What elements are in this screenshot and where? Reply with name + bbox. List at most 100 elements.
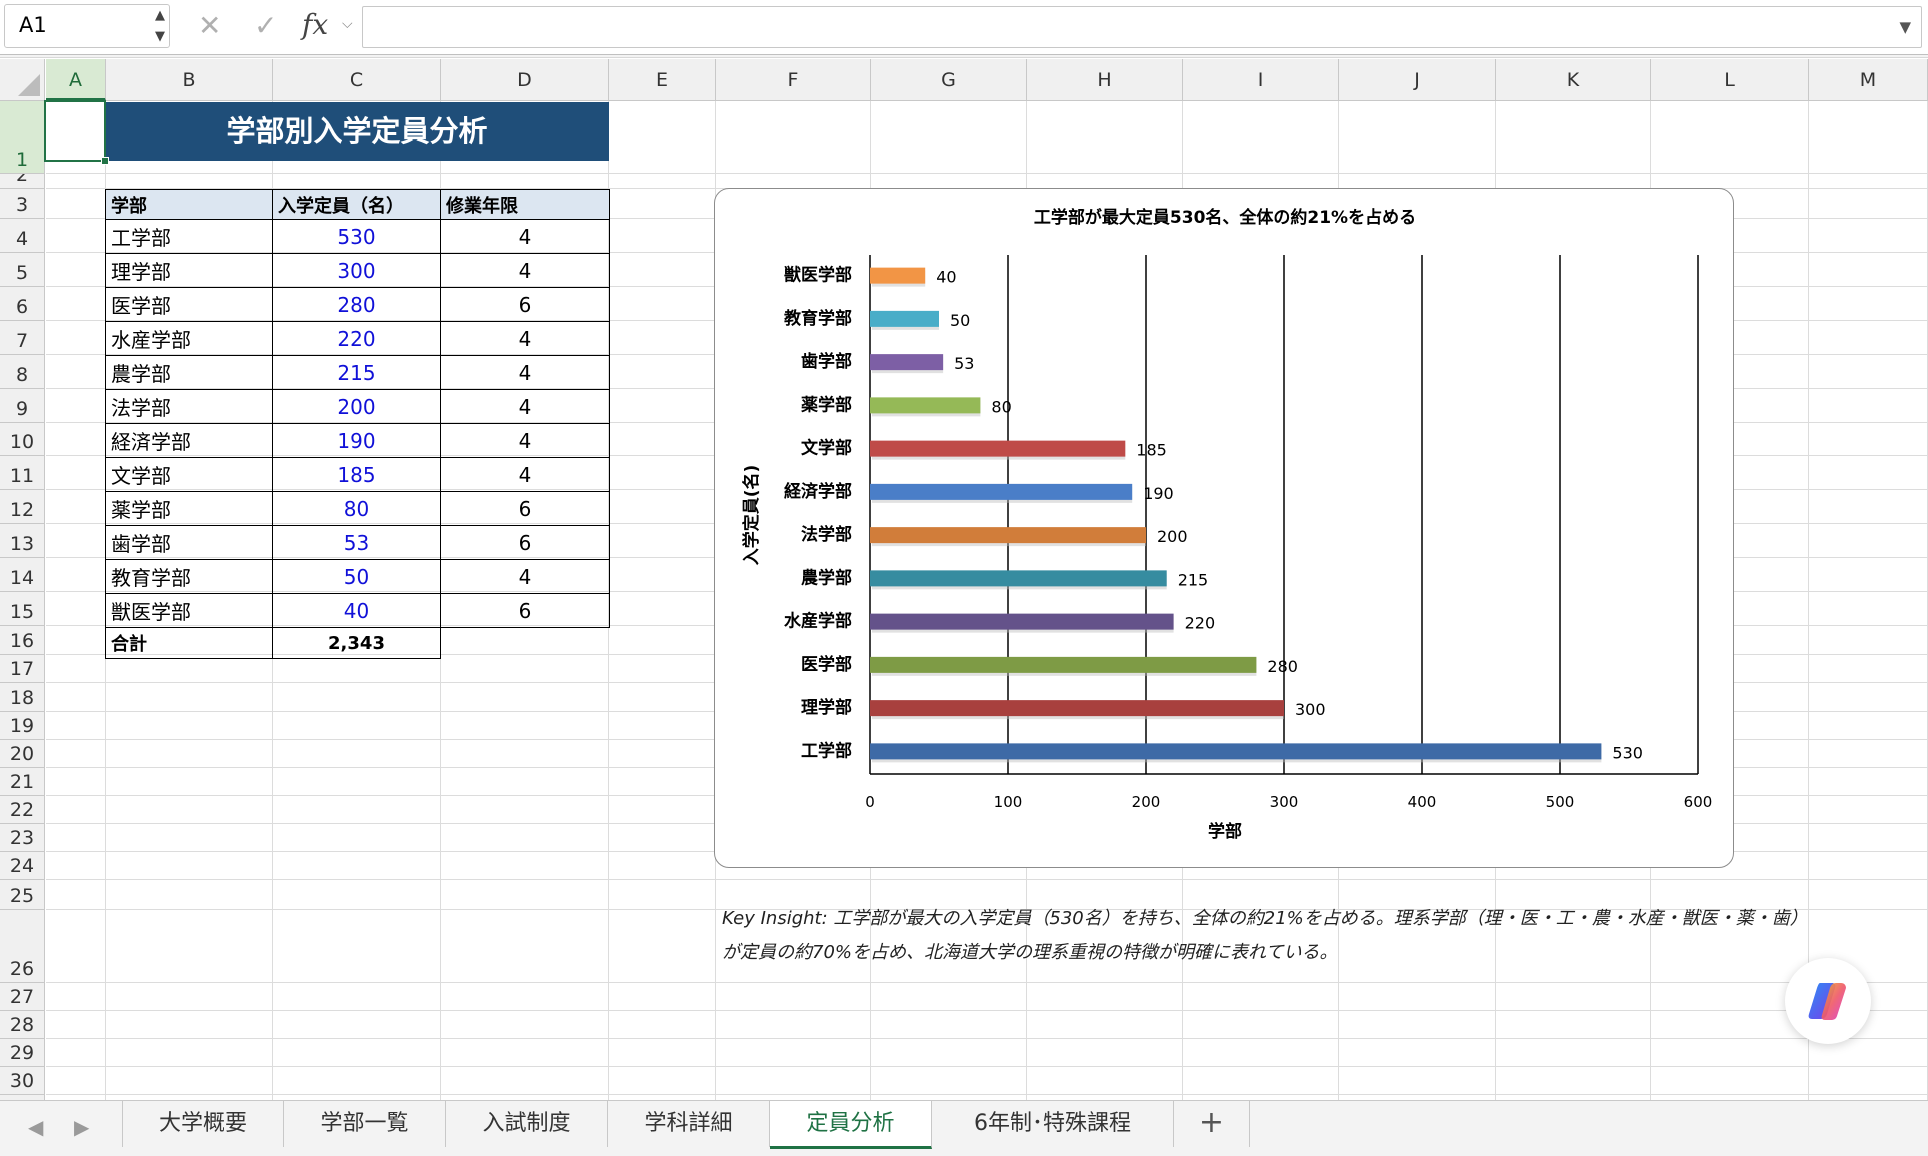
years-cell[interactable]: 4 bbox=[440, 219, 610, 254]
column-header-g[interactable]: G bbox=[871, 59, 1027, 101]
name-box[interactable]: A1 ▲ ▼ bbox=[4, 4, 170, 48]
row-header-28[interactable]: 28 bbox=[0, 1011, 45, 1039]
column-header-f[interactable]: F bbox=[716, 59, 871, 101]
row-header-1[interactable]: 1 bbox=[0, 101, 45, 174]
selected-cell-a1[interactable] bbox=[44, 100, 106, 162]
row-header-18[interactable]: 18 bbox=[0, 683, 45, 712]
row-header-29[interactable]: 29 bbox=[0, 1039, 45, 1067]
column-header-i[interactable]: I bbox=[1183, 59, 1339, 101]
years-cell[interactable]: 4 bbox=[440, 423, 610, 458]
sheet-title[interactable]: 学部別入学定員分析 bbox=[105, 102, 609, 161]
key-insight-text[interactable]: Key Insight: 工学部が最大の入学定員（530名）を持ち、全体の約21… bbox=[722, 902, 1802, 970]
row-header-26[interactable]: 26 bbox=[0, 910, 45, 983]
table-header-cell[interactable]: 修業年限 bbox=[440, 189, 610, 220]
row-header-3[interactable]: 3 bbox=[0, 189, 45, 219]
years-cell[interactable]: 4 bbox=[440, 355, 610, 390]
column-header-d[interactable]: D bbox=[441, 59, 609, 101]
total-label-cell[interactable]: 合計 bbox=[105, 627, 273, 659]
row-header-21[interactable]: 21 bbox=[0, 768, 45, 796]
faculty-name-cell[interactable]: 獣医学部 bbox=[105, 593, 273, 628]
row-header-13[interactable]: 13 bbox=[0, 524, 45, 558]
row-header-27[interactable]: 27 bbox=[0, 983, 45, 1011]
select-all-button[interactable] bbox=[0, 59, 45, 101]
sheet-tab-2[interactable]: 学部一覧 bbox=[284, 1101, 446, 1147]
capacity-cell[interactable]: 190 bbox=[272, 423, 441, 458]
sheet-tab-3[interactable]: 入試制度 bbox=[446, 1101, 608, 1147]
total-value-cell[interactable]: 2,343 bbox=[272, 627, 441, 659]
years-cell[interactable]: 4 bbox=[440, 321, 610, 356]
column-header-e[interactable]: E bbox=[609, 59, 716, 101]
capacity-cell[interactable]: 40 bbox=[272, 593, 441, 628]
row-header-20[interactable]: 20 bbox=[0, 740, 45, 768]
spin-down-icon[interactable]: ▼ bbox=[155, 29, 165, 44]
bar-chart[interactable]: 工学部が最大定員530名、全体の約21%を占める 0 100 200 300 400 500… bbox=[714, 188, 1734, 868]
function-icon[interactable]: fx bbox=[302, 8, 328, 41]
sheet-tab-4[interactable]: 学科詳細 bbox=[608, 1101, 770, 1147]
capacity-cell[interactable]: 215 bbox=[272, 355, 441, 390]
row-header-5[interactable]: 5 bbox=[0, 253, 45, 287]
column-header-a[interactable]: A bbox=[46, 59, 106, 101]
faculty-name-cell[interactable]: 工学部 bbox=[105, 219, 273, 254]
faculty-name-cell[interactable]: 医学部 bbox=[105, 287, 273, 322]
years-cell[interactable]: 4 bbox=[440, 389, 610, 424]
capacity-cell[interactable]: 200 bbox=[272, 389, 441, 424]
column-header-c[interactable]: C bbox=[273, 59, 441, 101]
faculty-name-cell[interactable]: 文学部 bbox=[105, 457, 273, 492]
row-header-17[interactable]: 17 bbox=[0, 655, 45, 683]
table-header-cell[interactable]: 学部 bbox=[105, 189, 273, 220]
row-header-25[interactable]: 25 bbox=[0, 880, 45, 910]
years-cell[interactable]: 6 bbox=[440, 593, 610, 628]
row-header-24[interactable]: 24 bbox=[0, 852, 45, 880]
column-header-j[interactable]: J bbox=[1339, 59, 1496, 101]
years-cell[interactable]: 4 bbox=[440, 457, 610, 492]
capacity-cell[interactable]: 530 bbox=[272, 219, 441, 254]
empty-cell[interactable] bbox=[440, 627, 610, 659]
cancel-icon[interactable]: ✕ bbox=[198, 9, 221, 42]
sheet-tab-1[interactable]: 大学概要 bbox=[122, 1101, 284, 1147]
capacity-cell[interactable]: 80 bbox=[272, 491, 441, 526]
years-cell[interactable]: 4 bbox=[440, 559, 610, 594]
row-header-19[interactable]: 19 bbox=[0, 712, 45, 740]
row-header-30[interactable]: 30 bbox=[0, 1067, 45, 1095]
row-header-15[interactable]: 15 bbox=[0, 592, 45, 626]
row-header-2[interactable]: 2 bbox=[0, 174, 45, 189]
row-header-9[interactable]: 9 bbox=[0, 389, 45, 423]
faculty-name-cell[interactable]: 農学部 bbox=[105, 355, 273, 390]
row-header-7[interactable]: 7 bbox=[0, 321, 45, 355]
chevron-down-icon[interactable]: ⌵ bbox=[342, 16, 353, 32]
confirm-icon[interactable]: ✓ bbox=[254, 9, 277, 42]
row-header-10[interactable]: 10 bbox=[0, 423, 45, 456]
years-cell[interactable]: 6 bbox=[440, 525, 610, 560]
faculty-name-cell[interactable]: 法学部 bbox=[105, 389, 273, 424]
row-header-22[interactable]: 22 bbox=[0, 796, 45, 824]
capacity-cell[interactable]: 220 bbox=[272, 321, 441, 356]
expand-formula-icon[interactable]: ▼ bbox=[1899, 18, 1911, 36]
row-header-11[interactable]: 11 bbox=[0, 456, 45, 490]
prev-sheet-icon[interactable]: ◀ bbox=[28, 1115, 43, 1139]
column-header-k[interactable]: K bbox=[1496, 59, 1651, 101]
row-header-8[interactable]: 8 bbox=[0, 355, 45, 389]
column-header-m[interactable]: M bbox=[1809, 59, 1928, 101]
faculty-name-cell[interactable]: 薬学部 bbox=[105, 491, 273, 526]
row-header-4[interactable]: 4 bbox=[0, 219, 45, 253]
column-header-b[interactable]: B bbox=[106, 59, 273, 101]
capacity-cell[interactable]: 50 bbox=[272, 559, 441, 594]
table-header-cell[interactable]: 入学定員（名） bbox=[272, 189, 441, 220]
capacity-cell[interactable]: 185 bbox=[272, 457, 441, 492]
years-cell[interactable]: 6 bbox=[440, 491, 610, 526]
capacity-cell[interactable]: 280 bbox=[272, 287, 441, 322]
faculty-name-cell[interactable]: 歯学部 bbox=[105, 525, 273, 560]
formula-input[interactable]: ▼ bbox=[362, 6, 1922, 48]
next-sheet-icon[interactable]: ▶ bbox=[74, 1115, 89, 1139]
years-cell[interactable]: 6 bbox=[440, 287, 610, 322]
row-header-6[interactable]: 6 bbox=[0, 287, 45, 321]
row-header-14[interactable]: 14 bbox=[0, 558, 45, 592]
faculty-name-cell[interactable]: 理学部 bbox=[105, 253, 273, 288]
faculty-name-cell[interactable]: 経済学部 bbox=[105, 423, 273, 458]
years-cell[interactable]: 4 bbox=[440, 253, 610, 288]
column-header-l[interactable]: L bbox=[1651, 59, 1809, 101]
add-sheet-button[interactable]: + bbox=[1174, 1101, 1250, 1147]
faculty-name-cell[interactable]: 教育学部 bbox=[105, 559, 273, 594]
row-header-23[interactable]: 23 bbox=[0, 824, 45, 852]
spin-up-icon[interactable]: ▲ bbox=[155, 8, 165, 23]
